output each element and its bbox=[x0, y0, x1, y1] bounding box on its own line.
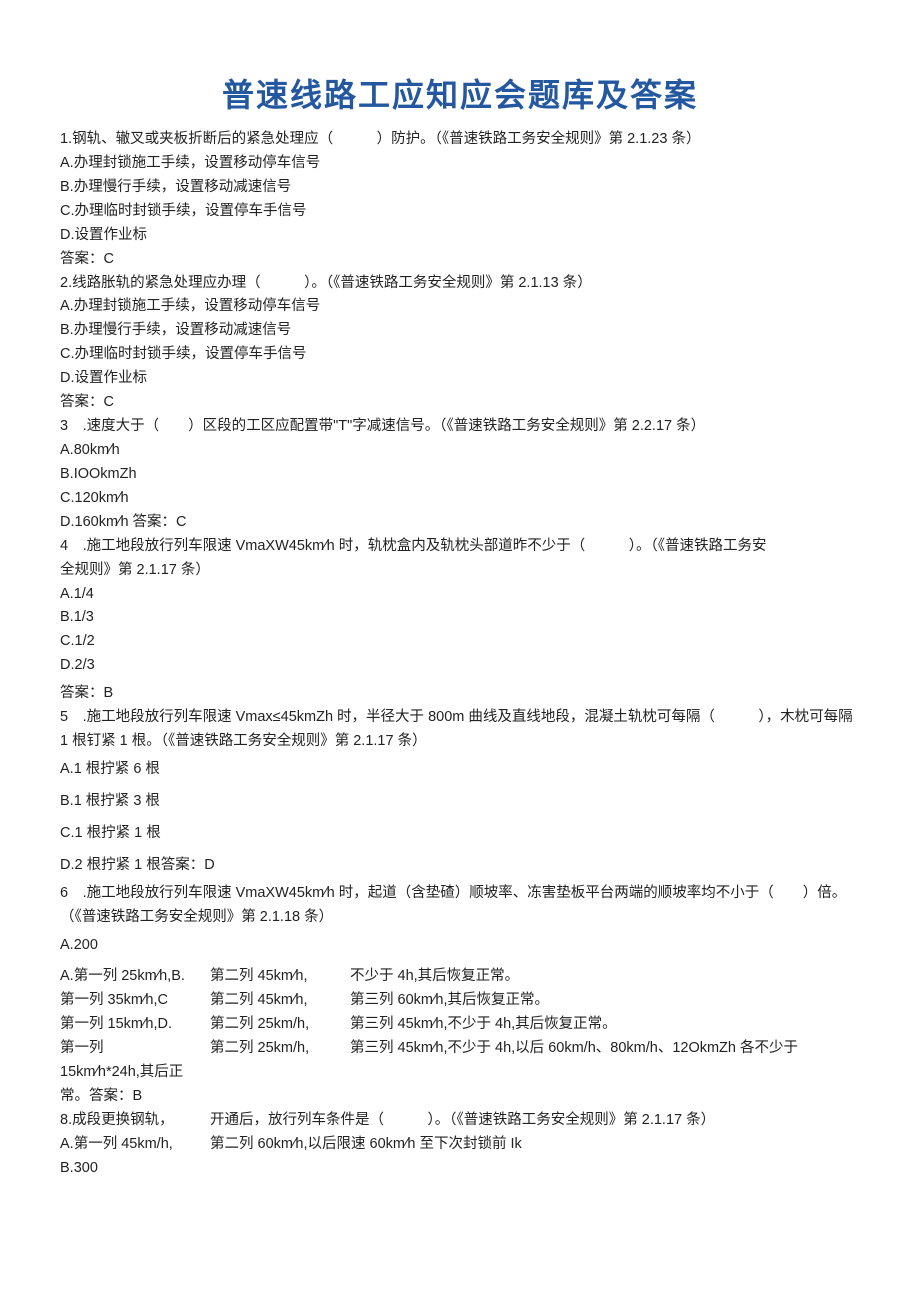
table-row: 第一列 15km∕h,D. 第二列 25km/h, 第三列 45km∕h,不少于… bbox=[60, 1013, 860, 1037]
q4-option-b: B.1/3 bbox=[60, 606, 860, 630]
q6-stem: 6 .施工地段放行列车限速 VmaXW45km∕h 时，起道（含垫碴）顺坡率、冻… bbox=[60, 882, 860, 930]
table-cell: 第一列 bbox=[60, 1037, 210, 1061]
q5-option-b: B.1 根拧紧 3 根 bbox=[60, 790, 860, 814]
table-cell: A.第一列 25km∕h,B. bbox=[60, 965, 210, 989]
q5-option-c: C.1 根拧紧 1 根 bbox=[60, 822, 860, 846]
q4-option-a: A.1/4 bbox=[60, 583, 860, 607]
table-cell: 第二列 45km∕h, bbox=[210, 989, 350, 1013]
q8-a-part2: 第二列 60km∕h,以后限速 60km∕h 至下次封锁前 Ik bbox=[210, 1133, 860, 1157]
q8-option-b: B.300 bbox=[60, 1157, 860, 1181]
q1-option-c: C.办理临时封锁手续，设置停车手信号 bbox=[60, 200, 860, 224]
q3-stem: 3 .速度大于（ ）区段的工区应配置带"T"字减速信号。（《普速铁路工务安全规则… bbox=[60, 415, 860, 439]
table-cell: 第二列 45km∕h, bbox=[210, 965, 350, 989]
table-cell: 第三列 45km∕h,不少于 4h,其后恢复正常。 bbox=[350, 1013, 860, 1037]
q8-stem-part1: 8.成段更换钢轨， bbox=[60, 1109, 210, 1133]
table-row: 第一列 第二列 25km/h, 第三列 45km∕h,不少于 4h,以后 60k… bbox=[60, 1037, 860, 1061]
q3-option-d: D.160km∕h 答案：C bbox=[60, 511, 860, 535]
table-row-continuation: 15km∕h*24h,其后正 bbox=[60, 1061, 860, 1085]
q4-option-c: C.1/2 bbox=[60, 630, 860, 654]
page-title: 普速线路工应知应会题库及答案 bbox=[60, 70, 860, 116]
q3-option-b: B.IOOkmZh bbox=[60, 463, 860, 487]
q1-option-d: D.设置作业标 bbox=[60, 224, 860, 248]
table-row: 第一列 35km∕h,C 第二列 45km∕h, 第三列 60km∕h,其后恢复… bbox=[60, 989, 860, 1013]
q8-a-part1: A.第一列 45km/h, bbox=[60, 1133, 210, 1157]
q3-option-a: A.80km∕h bbox=[60, 439, 860, 463]
q5-option-d: D.2 根拧紧 1 根答案：D bbox=[60, 854, 860, 878]
table-row: A.第一列 25km∕h,B. 第二列 45km∕h, 不少于 4h,其后恢复正… bbox=[60, 965, 860, 989]
table-cell: 第三列 45km∕h,不少于 4h,以后 60km/h、80km/h、12Okm… bbox=[350, 1037, 860, 1061]
q2-answer: 答案：C bbox=[60, 391, 860, 415]
table-cell: 第二列 25km/h, bbox=[210, 1037, 350, 1061]
q4-stem-line1: 4 .施工地段放行列车限速 VmaXW45km∕h 时，轨枕盒内及轨枕头部道昨不… bbox=[60, 535, 860, 559]
q2-option-a: A.办理封锁施工手续，设置移动停车信号 bbox=[60, 295, 860, 319]
q6-option-a: A.200 bbox=[60, 934, 860, 958]
q1-option-b: B.办理慢行手续，设置移动减速信号 bbox=[60, 176, 860, 200]
table-cell: 第一列 35km∕h,C bbox=[60, 989, 210, 1013]
q8-stem: 8.成段更换钢轨， 开通后，放行列车条件是（ ）。（《普速铁路工务安全规则》第 … bbox=[60, 1109, 860, 1133]
q3-option-c: C.120km∕h bbox=[60, 487, 860, 511]
table-cell: 第二列 25km/h, bbox=[210, 1013, 350, 1037]
q8-option-a: A.第一列 45km/h, 第二列 60km∕h,以后限速 60km∕h 至下次… bbox=[60, 1133, 860, 1157]
q4-stem-line2: 全规则》第 2.1.17 条） bbox=[60, 559, 860, 583]
q4-answer: 答案：B bbox=[60, 682, 860, 706]
q4-option-d: D.2/3 bbox=[60, 654, 860, 678]
q1-answer: 答案：C bbox=[60, 248, 860, 272]
table-answer: 常。答案：B bbox=[60, 1085, 860, 1109]
q1-option-a: A.办理封锁施工手续，设置移动停车信号 bbox=[60, 152, 860, 176]
q5-stem: 5 .施工地段放行列车限速 Vmax≤45kmZh 时，半径大于 800m 曲线… bbox=[60, 706, 860, 754]
q5-option-a: A.1 根拧紧 6 根 bbox=[60, 758, 860, 782]
q1-stem: 1.钢轨、辙叉或夹板折断后的紧急处理应（ ）防护。（《普速铁路工务安全规则》第 … bbox=[60, 128, 860, 152]
q2-option-c: C.办理临时封锁手续，设置停车手信号 bbox=[60, 343, 860, 367]
document-page: 普速线路工应知应会题库及答案 1.钢轨、辙叉或夹板折断后的紧急处理应（ ）防护。… bbox=[0, 0, 920, 1221]
q2-option-b: B.办理慢行手续，设置移动减速信号 bbox=[60, 319, 860, 343]
q8-stem-part2: 开通后，放行列车条件是（ ）。（《普速铁路工务安全规则》第 2.1.17 条） bbox=[210, 1109, 860, 1133]
q2-stem: 2.线路胀轨的紧急处理应办理（ ）。（《普速铁路工务安全规则》第 2.1.13 … bbox=[60, 272, 860, 296]
table-cell: 第一列 15km∕h,D. bbox=[60, 1013, 210, 1037]
q2-option-d: D.设置作业标 bbox=[60, 367, 860, 391]
table-cell: 不少于 4h,其后恢复正常。 bbox=[350, 965, 860, 989]
table-cell: 第三列 60km∕h,其后恢复正常。 bbox=[350, 989, 860, 1013]
